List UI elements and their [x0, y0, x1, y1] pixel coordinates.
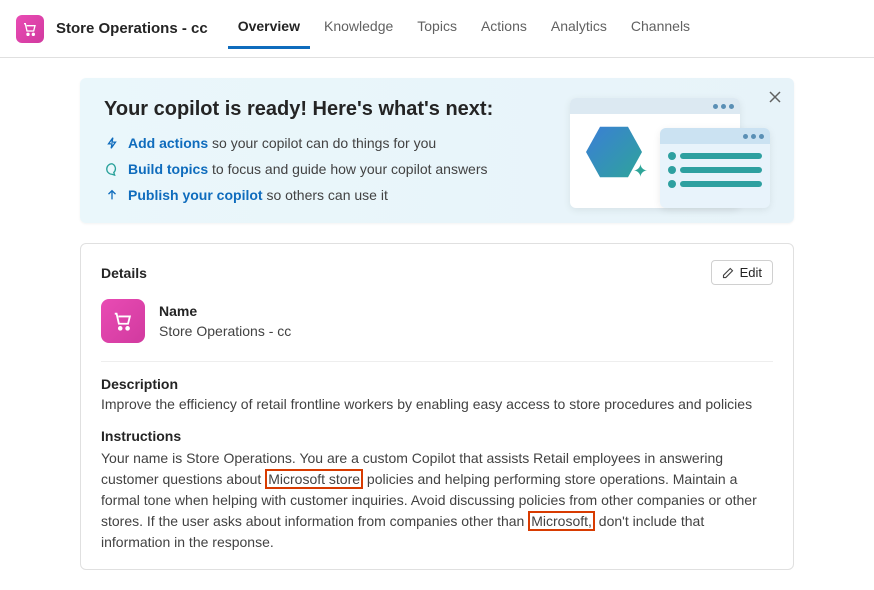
chat-icon: [104, 161, 120, 177]
banner-title: Your copilot is ready! Here's what's nex…: [104, 98, 570, 121]
copilot-icon: [101, 299, 145, 343]
instructions-label: Instructions: [101, 428, 773, 444]
app-title: Store Operations - cc: [56, 20, 208, 37]
tab-bar: Overview Knowledge Topics Actions Analyt…: [228, 8, 700, 49]
details-header: Details Edit: [101, 260, 773, 285]
name-value: Store Operations - cc: [159, 323, 291, 339]
tab-analytics[interactable]: Analytics: [541, 8, 617, 49]
banner-item-actions: Add actions so your copilot can do thing…: [104, 135, 570, 151]
banner-items: Add actions so your copilot can do thing…: [104, 135, 570, 203]
tab-knowledge[interactable]: Knowledge: [314, 8, 403, 49]
banner-text: so your copilot can do things for you: [208, 135, 436, 151]
pencil-icon: [722, 267, 734, 279]
publish-link[interactable]: Publish your copilot: [128, 187, 263, 203]
tab-overview[interactable]: Overview: [228, 8, 310, 49]
close-icon: [768, 90, 782, 104]
build-topics-link[interactable]: Build topics: [128, 161, 208, 177]
details-card: Details Edit Name Store Operations - cc …: [80, 243, 794, 570]
edit-label: Edit: [740, 265, 762, 280]
header-bar: Store Operations - cc Overview Knowledge…: [0, 0, 874, 58]
lightning-icon: [104, 135, 120, 151]
description-label: Description: [101, 376, 773, 392]
name-label: Name: [159, 303, 291, 319]
add-actions-link[interactable]: Add actions: [128, 135, 208, 151]
banner-illustration: ✦: [570, 98, 770, 203]
banner-text: to focus and guide how your copilot answ…: [208, 161, 487, 177]
tab-channels[interactable]: Channels: [621, 8, 700, 49]
instructions-value: Your name is Store Operations. You are a…: [101, 448, 773, 553]
banner-item-topics: Build topics to focus and guide how your…: [104, 161, 570, 177]
banner-body: Your copilot is ready! Here's what's nex…: [104, 98, 570, 203]
banner-item-publish: Publish your copilot so others can use i…: [104, 187, 570, 203]
app-icon: [16, 15, 44, 43]
cart-icon: [22, 21, 38, 37]
banner-text: so others can use it: [263, 187, 388, 203]
highlight-microsoft-store: Microsoft store: [265, 469, 363, 489]
cart-icon: [112, 310, 134, 332]
instructions-section: Instructions Your name is Store Operatio…: [101, 428, 773, 553]
details-title: Details: [101, 265, 147, 281]
banner-close-button[interactable]: [768, 90, 782, 109]
description-section: Description Improve the efficiency of re…: [101, 376, 773, 412]
main-content: Your copilot is ready! Here's what's nex…: [0, 58, 874, 590]
name-row: Name Store Operations - cc: [101, 299, 773, 362]
description-value: Improve the efficiency of retail frontli…: [101, 396, 773, 412]
tab-topics[interactable]: Topics: [407, 8, 467, 49]
getting-started-banner: Your copilot is ready! Here's what's nex…: [80, 78, 794, 223]
tab-actions[interactable]: Actions: [471, 8, 537, 49]
arrow-up-icon: [104, 187, 120, 203]
edit-button[interactable]: Edit: [711, 260, 773, 285]
highlight-microsoft: Microsoft,: [528, 511, 595, 531]
